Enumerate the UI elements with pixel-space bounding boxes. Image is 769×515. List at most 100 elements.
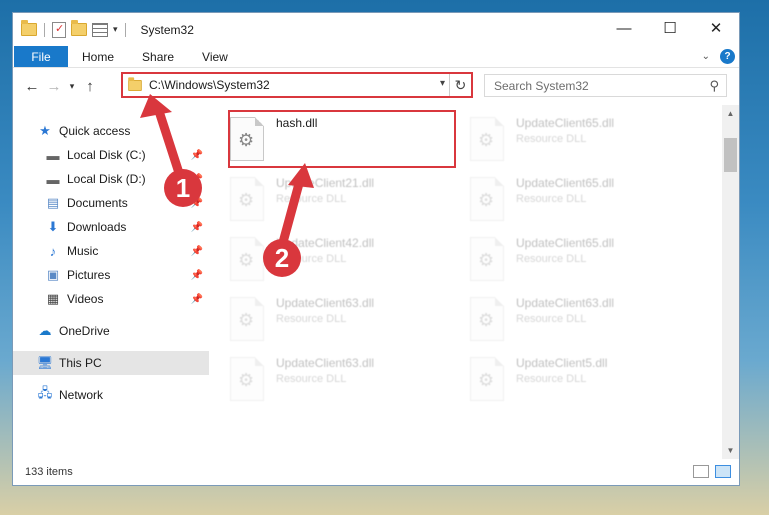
dll-file-icon — [470, 117, 504, 161]
file-list-pane: hash.dll UpdateClient65.dll Resource DLL… — [209, 105, 739, 459]
address-bar[interactable]: C:\Windows\System32 ▾ ↻ — [121, 72, 473, 98]
sidebar-item-videos[interactable]: ▦ Videos 📌 — [13, 287, 209, 311]
dll-file-icon — [470, 177, 504, 221]
downloads-icon: ⬇ — [47, 219, 59, 234]
file-name: UpdateClient65.dll — [516, 176, 615, 190]
dll-file-icon — [230, 297, 264, 341]
refresh-icon[interactable]: ↻ — [449, 74, 471, 96]
sidebar-item-label: OneDrive — [59, 324, 110, 338]
sidebar-item-onedrive[interactable]: ☁ OneDrive — [13, 319, 209, 343]
quick-access-toolbar: ▾ System32 — [13, 20, 194, 38]
file-name: UpdateClient5.dll — [516, 356, 608, 370]
file-type: Resource DLL — [516, 373, 587, 385]
tab-share[interactable]: Share — [128, 46, 188, 67]
close-button[interactable]: ✕ — [693, 13, 739, 43]
scroll-up-arrow-icon[interactable]: ▲ — [722, 105, 739, 122]
drive-icon: ▬ — [46, 171, 60, 187]
forward-button[interactable]: → — [43, 78, 65, 95]
window-title: System32 — [140, 22, 194, 37]
sidebar-item-label: Downloads — [67, 220, 127, 234]
search-icon[interactable]: ⚲ — [709, 78, 719, 94]
sidebar-item-downloads[interactable]: ⬇ Downloads 📌 — [13, 215, 209, 239]
callout-badge-1: 1 — [164, 169, 202, 207]
file-item[interactable]: UpdateClient65.dll Resource DLL — [470, 173, 710, 233]
up-button[interactable]: ↑ — [79, 78, 101, 95]
sidebar-item-label: Pictures — [67, 268, 111, 282]
sidebar-item-pictures[interactable]: ▣ Pictures 📌 — [13, 263, 209, 287]
sidebar-item-music[interactable]: ♪ Music 📌 — [13, 239, 209, 263]
properties-icon[interactable] — [52, 21, 66, 38]
maximize-button[interactable]: ☐ — [647, 13, 693, 43]
file-name: UpdateClient63.dll — [516, 296, 615, 310]
search-placeholder: Search System32 — [494, 78, 589, 93]
network-icon: 🖧 — [37, 385, 53, 400]
vertical-scrollbar[interactable]: ▲ ▼ — [722, 105, 739, 459]
cloud-icon: ☁ — [38, 323, 52, 338]
file-item[interactable]: UpdateClient63.dll Resource DLL — [470, 293, 710, 353]
sidebar-item-quick-access[interactable]: ★ Quick access — [13, 119, 209, 143]
back-button[interactable]: ← — [21, 78, 43, 95]
sidebar-item-label: Quick access — [59, 124, 131, 138]
file-item[interactable]: UpdateClient63.dll Resource DLL — [230, 293, 470, 353]
dll-file-icon — [230, 357, 264, 401]
file-item[interactable]: UpdateClient65.dll Resource DLL — [470, 113, 710, 173]
item-count: 133 items — [25, 466, 73, 478]
recent-locations-button[interactable]: ▾ — [65, 81, 79, 92]
sidebar-item-label: This PC — [59, 356, 102, 370]
divider — [124, 22, 126, 37]
music-icon: ♪ — [49, 243, 57, 259]
dll-file-icon — [230, 177, 264, 221]
file-item[interactable]: UpdateClient63.dll Resource DLL — [230, 353, 470, 413]
file-type: Resource DLL — [516, 253, 587, 265]
help-icon[interactable]: ? — [720, 49, 735, 64]
pin-icon: 📌 — [190, 269, 203, 281]
computer-icon: 🖥 — [36, 355, 54, 370]
folder-icon — [21, 20, 37, 36]
divider — [44, 22, 45, 37]
callout-badge-2: 2 — [263, 239, 301, 277]
expand-ribbon-chevron-icon[interactable]: ⌄ — [702, 51, 710, 62]
scroll-down-arrow-icon[interactable]: ▼ — [722, 442, 739, 459]
file-item[interactable]: UpdateClient5.dll Resource DLL — [470, 353, 710, 413]
dll-file-icon — [470, 237, 504, 281]
sidebar-item-label: Local Disk (C:) — [67, 148, 146, 162]
file-name: UpdateClient65.dll — [516, 236, 615, 250]
sidebar-item-label: Videos — [67, 292, 104, 306]
folder-icon — [128, 76, 142, 91]
address-path[interactable]: C:\Windows\System32 — [149, 78, 270, 92]
file-item[interactable]: UpdateClient21.dll Resource DLL — [230, 173, 470, 233]
address-dropdown-icon[interactable]: ▾ — [440, 78, 445, 89]
pin-icon: 📌 — [190, 221, 203, 233]
dll-file-icon — [470, 297, 504, 341]
file-type: Resource DLL — [276, 373, 347, 385]
dll-file-icon — [470, 357, 504, 401]
sidebar-item-this-pc[interactable]: 🖥 This PC — [13, 351, 209, 375]
videos-icon: ▦ — [46, 291, 60, 306]
explorer-window: ▾ System32 — ☐ ✕ File Home Share View ⌄ … — [12, 12, 740, 486]
navigation-pane: ★ Quick access ▬ Local Disk (C:) 📌 ▬ Loc… — [13, 105, 209, 459]
tab-file[interactable]: File — [14, 46, 68, 67]
view-icon[interactable] — [92, 22, 108, 37]
file-name: UpdateClient21.dll — [276, 176, 375, 190]
sidebar-item-network[interactable]: 🖧 Network — [13, 383, 209, 407]
large-icons-view-icon[interactable] — [715, 465, 731, 478]
tab-view[interactable]: View — [188, 46, 242, 67]
ribbon-tabs: File Home Share View ⌄ ? — [13, 46, 739, 68]
file-name: UpdateClient65.dll — [516, 116, 615, 130]
navigation-bar: ← → ▾ ↑ C:\Windows\System32 ▾ ↻ Search S… — [13, 68, 739, 104]
customize-toolbar-arrow[interactable]: ▾ — [113, 24, 118, 35]
details-view-icon[interactable] — [693, 465, 709, 478]
file-item[interactable]: UpdateClient65.dll Resource DLL — [470, 233, 710, 293]
new-folder-icon[interactable] — [71, 20, 87, 36]
sidebar-item-label: Documents — [67, 196, 128, 210]
tab-home[interactable]: Home — [68, 46, 128, 67]
sidebar-item-label: Network — [59, 388, 104, 402]
file-type: Resource DLL — [276, 313, 347, 325]
sidebar-item-label: Music — [67, 244, 99, 258]
file-type: Resource DLL — [516, 193, 587, 205]
search-input[interactable]: Search System32 ⚲ — [484, 74, 727, 97]
sidebar-item-local-disk-c[interactable]: ▬ Local Disk (C:) 📌 — [13, 143, 209, 167]
file-type: Resource DLL — [516, 313, 587, 325]
minimize-button[interactable]: — — [601, 13, 647, 43]
scrollbar-thumb[interactable] — [724, 138, 737, 172]
